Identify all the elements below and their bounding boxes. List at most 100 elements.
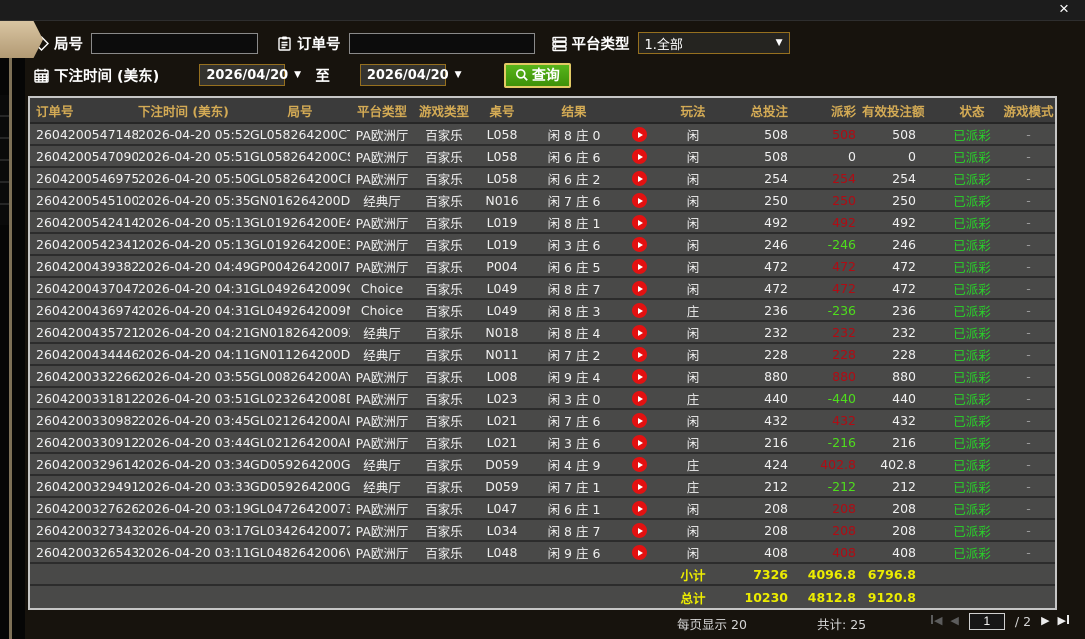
- cell-payout: 208: [802, 501, 862, 516]
- cell-result: 闲 7 庄 6: [530, 411, 618, 430]
- replay-button[interactable]: [632, 391, 647, 406]
- last-page-icon[interactable]: ▶: [1054, 612, 1073, 630]
- cell-time: 2026-04-20 05:50:56: [138, 171, 250, 186]
- replay-button[interactable]: [632, 435, 647, 450]
- play-icon: [638, 506, 643, 512]
- cell-total_bet: 246: [726, 237, 802, 252]
- cell-total_bet: 880: [726, 369, 802, 384]
- replay-button[interactable]: [632, 545, 647, 560]
- cell-play_type: 闲: [660, 125, 726, 144]
- cell-table_no: L058: [474, 149, 530, 164]
- platform-type-select[interactable]: 1.全部 ▼: [638, 32, 790, 54]
- close-icon[interactable]: ×: [1055, 0, 1073, 18]
- table-row: 2604200332266092026-04-20 03:55:06GL0082…: [30, 366, 1055, 388]
- cell-order: 260420032949140: [30, 479, 138, 494]
- clipboard-icon: [276, 35, 293, 52]
- cell-platform: PA欧洲厅: [350, 235, 414, 254]
- cell-table_no: L048: [474, 545, 530, 560]
- cell-status: 已派彩: [942, 499, 1002, 518]
- replay-button[interactable]: [632, 325, 647, 340]
- cell-mode: -: [1002, 369, 1055, 384]
- per-page-info: 每页显示 20: [677, 614, 747, 633]
- replay-button[interactable]: [632, 127, 647, 142]
- replay-button[interactable]: [632, 171, 647, 186]
- cell-time: 2026-04-20 04:31:15: [138, 303, 250, 318]
- order-no-input[interactable]: [349, 33, 535, 54]
- cell-order: 260420054510030: [30, 193, 138, 208]
- table-row: 2604200547148092026-04-20 05:52:21GL0582…: [30, 124, 1055, 146]
- replay-button[interactable]: [632, 149, 647, 164]
- replay-button[interactable]: [632, 237, 647, 252]
- search-button[interactable]: 查询: [504, 63, 571, 88]
- cell-game_no: GN011264200D9: [250, 347, 350, 362]
- cell-valid_bet: 432: [862, 413, 942, 428]
- cell-table_no: L019: [474, 237, 530, 252]
- cell-mode: -: [1002, 457, 1055, 472]
- replay-button[interactable]: [632, 501, 647, 516]
- cell-valid_bet: 6796.8: [862, 567, 942, 582]
- cell-result: 闲 8 庄 7: [530, 521, 618, 540]
- cell-time: 2026-04-20 03:55:06: [138, 369, 250, 384]
- date-from-select[interactable]: 2026/04/20 ▼: [199, 64, 285, 86]
- cell-payout: 254: [802, 171, 862, 186]
- cell-platform: PA欧洲厅: [350, 147, 414, 166]
- chevron-down-icon: ▼: [776, 38, 783, 48]
- cell-platform: PA欧洲厅: [350, 213, 414, 232]
- play-icon: [638, 374, 643, 380]
- prev-page-icon[interactable]: ◀: [946, 612, 962, 630]
- cell-mode: -: [1002, 501, 1055, 516]
- cell-total_bet: 216: [726, 435, 802, 450]
- date-to-select[interactable]: 2026/04/20 ▼: [360, 64, 446, 86]
- replay-button[interactable]: [632, 457, 647, 472]
- page-number-input[interactable]: [969, 613, 1005, 630]
- cell-payout: 0: [802, 149, 862, 164]
- cell-valid_bet: 232: [862, 325, 942, 340]
- cell-total_bet: 440: [726, 391, 802, 406]
- play-icon: [638, 286, 643, 292]
- cell-total_bet: 254: [726, 171, 802, 186]
- replay-button[interactable]: [632, 369, 647, 384]
- cell-play: [618, 324, 660, 340]
- next-page-icon[interactable]: ▶: [1037, 612, 1053, 630]
- cell-mode: -: [1002, 149, 1055, 164]
- table-row: 2604200439382612026-04-20 04:49:48GP0042…: [30, 256, 1055, 278]
- cell-payout: 432: [802, 413, 862, 428]
- cell-valid_bet: 408: [862, 545, 942, 560]
- cell-platform: PA欧洲厅: [350, 169, 414, 188]
- cell-order: 260420054234147: [30, 237, 138, 252]
- cell-table_no: L058: [474, 171, 530, 186]
- cell-time: 2026-04-20 03:11:14: [138, 545, 250, 560]
- cell-result: 闲 6 庄 2: [530, 169, 618, 188]
- platform-type-value: 1.全部: [645, 34, 683, 53]
- replay-button[interactable]: [632, 281, 647, 296]
- replay-button[interactable]: [632, 259, 647, 274]
- play-icon: [638, 198, 643, 204]
- cell-valid_bet: 0: [862, 149, 942, 164]
- cell-order: 260420054697569: [30, 171, 138, 186]
- cell-status: 已派彩: [942, 301, 1002, 320]
- betting-history-window: × 局号 订单号 平台类型: [0, 0, 1085, 639]
- replay-button[interactable]: [632, 347, 647, 362]
- replay-button[interactable]: [632, 193, 647, 208]
- bet-time-label: 下注时间 (美东): [54, 65, 159, 86]
- replay-button[interactable]: [632, 215, 647, 230]
- game-no-input[interactable]: [91, 33, 258, 54]
- cell-game_type: 百家乐: [414, 521, 474, 540]
- play-icon: [638, 396, 643, 402]
- cell-result: 闲 8 庄 3: [530, 301, 618, 320]
- replay-button[interactable]: [632, 479, 647, 494]
- cell-platform: PA欧洲厅: [350, 367, 414, 386]
- cell-time: 2026-04-20 03:17:14: [138, 523, 250, 538]
- replay-button[interactable]: [632, 303, 647, 318]
- cell-total_bet: 492: [726, 215, 802, 230]
- cell-play_type: 闲: [660, 257, 726, 276]
- cell-mode: -: [1002, 259, 1055, 274]
- replay-button[interactable]: [632, 523, 647, 538]
- replay-button[interactable]: [632, 413, 647, 428]
- cell-payout: 508: [802, 127, 862, 142]
- first-page-icon[interactable]: ◀: [927, 612, 946, 630]
- cell-status: 已派彩: [942, 235, 1002, 254]
- cell-total_bet: 228: [726, 347, 802, 362]
- cell-time: 2026-04-20 05:35:38: [138, 193, 250, 208]
- cell-table_no: L047: [474, 501, 530, 516]
